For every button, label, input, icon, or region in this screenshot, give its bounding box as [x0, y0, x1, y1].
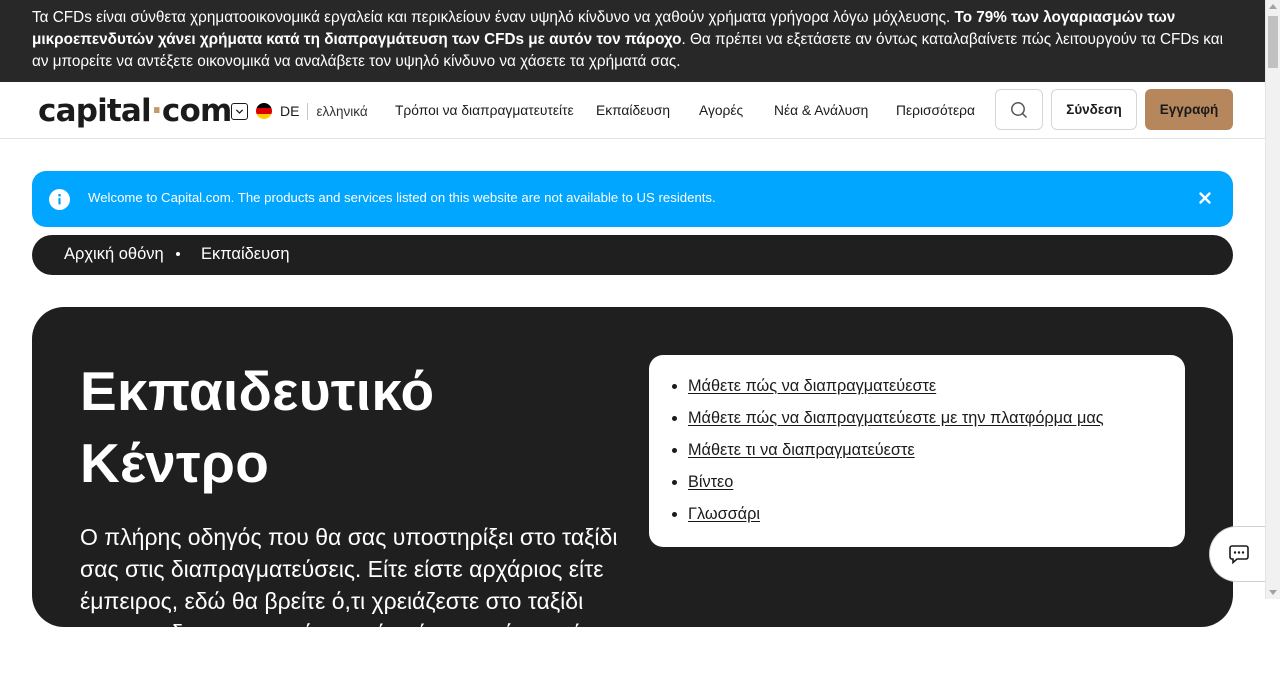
- nav-news-analysis[interactable]: Νέα & Ανάλυση: [774, 103, 868, 118]
- list-item: Βίντεο: [688, 471, 1104, 503]
- link-glossary[interactable]: Γλωσσάρι: [688, 505, 760, 523]
- breadcrumb-separator: [176, 252, 180, 256]
- language-selector[interactable]: DE ελληνικά: [231, 101, 368, 121]
- notice-text: Welcome to Capital.com. The products and…: [88, 190, 716, 205]
- page-title: Εκπαιδευτικό Κέντρο: [80, 360, 435, 494]
- nav-ways-to-trade[interactable]: Τρόποι να διαπραγματευτείτε: [395, 103, 574, 118]
- link-learn-platform[interactable]: Μάθετε πώς να διαπραγματεύεστε με την πλ…: [688, 409, 1104, 427]
- link-what-to-trade[interactable]: Μάθετε τι να διαπραγματεύεστε: [688, 441, 915, 459]
- logo-dot: ·: [150, 93, 163, 129]
- nav-more[interactable]: Περισσότερα: [896, 103, 975, 118]
- link-videos[interactable]: Βίντεο: [688, 473, 733, 491]
- breadcrumb: Αρχική οθόνη Εκπαίδευση: [32, 235, 1233, 275]
- capital-logo[interactable]: capital·com: [38, 93, 232, 129]
- scroll-up-arrow[interactable]: [1269, 4, 1277, 9]
- login-button[interactable]: Σύνδεση: [1051, 89, 1137, 130]
- education-links-list: Μάθετε πώς να διαπραγματεύεστε Μάθετε πώ…: [688, 375, 1104, 535]
- us-residents-notice: Welcome to Capital.com. The products and…: [32, 171, 1233, 227]
- scroll-down-arrow[interactable]: [1269, 590, 1277, 595]
- list-item: Γλωσσάρι: [688, 503, 1104, 535]
- germany-flag-icon: [256, 103, 272, 119]
- signup-button[interactable]: Εγγραφή: [1145, 89, 1233, 130]
- breadcrumb-current: Εκπαίδευση: [201, 245, 290, 263]
- education-links-card: Μάθετε πώς να διαπραγματεύεστε Μάθετε πώ…: [649, 355, 1185, 547]
- search-button[interactable]: [995, 89, 1043, 130]
- page-scrollbar[interactable]: [1265, 0, 1280, 599]
- country-code: DE: [280, 103, 300, 119]
- logo-text-left: capital: [38, 93, 152, 129]
- site-header: capital·com DE ελληνικά Τρόποι να διαπρα…: [0, 82, 1265, 139]
- info-icon: [49, 189, 70, 210]
- nav-markets[interactable]: Αγορές: [699, 103, 743, 118]
- close-icon[interactable]: [1198, 191, 1212, 205]
- breadcrumb-home[interactable]: Αρχική οθόνη: [64, 245, 164, 264]
- hero-section: Εκπαιδευτικό Κέντρο Ο πλήρης οδηγός που …: [32, 307, 1233, 678]
- link-learn-to-trade[interactable]: Μάθετε πώς να διαπραγματεύεστε: [688, 377, 936, 395]
- list-item: Μάθετε τι να διαπραγματεύεστε: [688, 439, 1104, 471]
- chevron-down-icon[interactable]: [231, 102, 248, 120]
- list-item: Μάθετε πώς να διαπραγματεύεστε: [688, 375, 1104, 407]
- risk-warning-text: Τα CFDs είναι σύνθετα χρηματοοικονομικά …: [32, 9, 955, 26]
- chat-icon: [1228, 545, 1249, 565]
- language-label: ελληνικά: [316, 103, 368, 119]
- list-item: Μάθετε πώς να διαπραγματεύεστε με την πλ…: [688, 407, 1104, 439]
- chat-button[interactable]: [1209, 526, 1265, 582]
- risk-warning-banner: Τα CFDs είναι σύνθετα χρηματοοικονομικά …: [0, 0, 1265, 82]
- hero-description: Ο πλήρης οδηγός που θα σας υποστηρίξει σ…: [80, 524, 618, 678]
- nav-education[interactable]: Εκπαίδευση: [596, 103, 670, 118]
- logo-text-right: com: [161, 93, 232, 129]
- search-icon: [1011, 101, 1028, 118]
- divider: [307, 102, 309, 120]
- scrollbar-thumb[interactable]: [1268, 16, 1278, 68]
